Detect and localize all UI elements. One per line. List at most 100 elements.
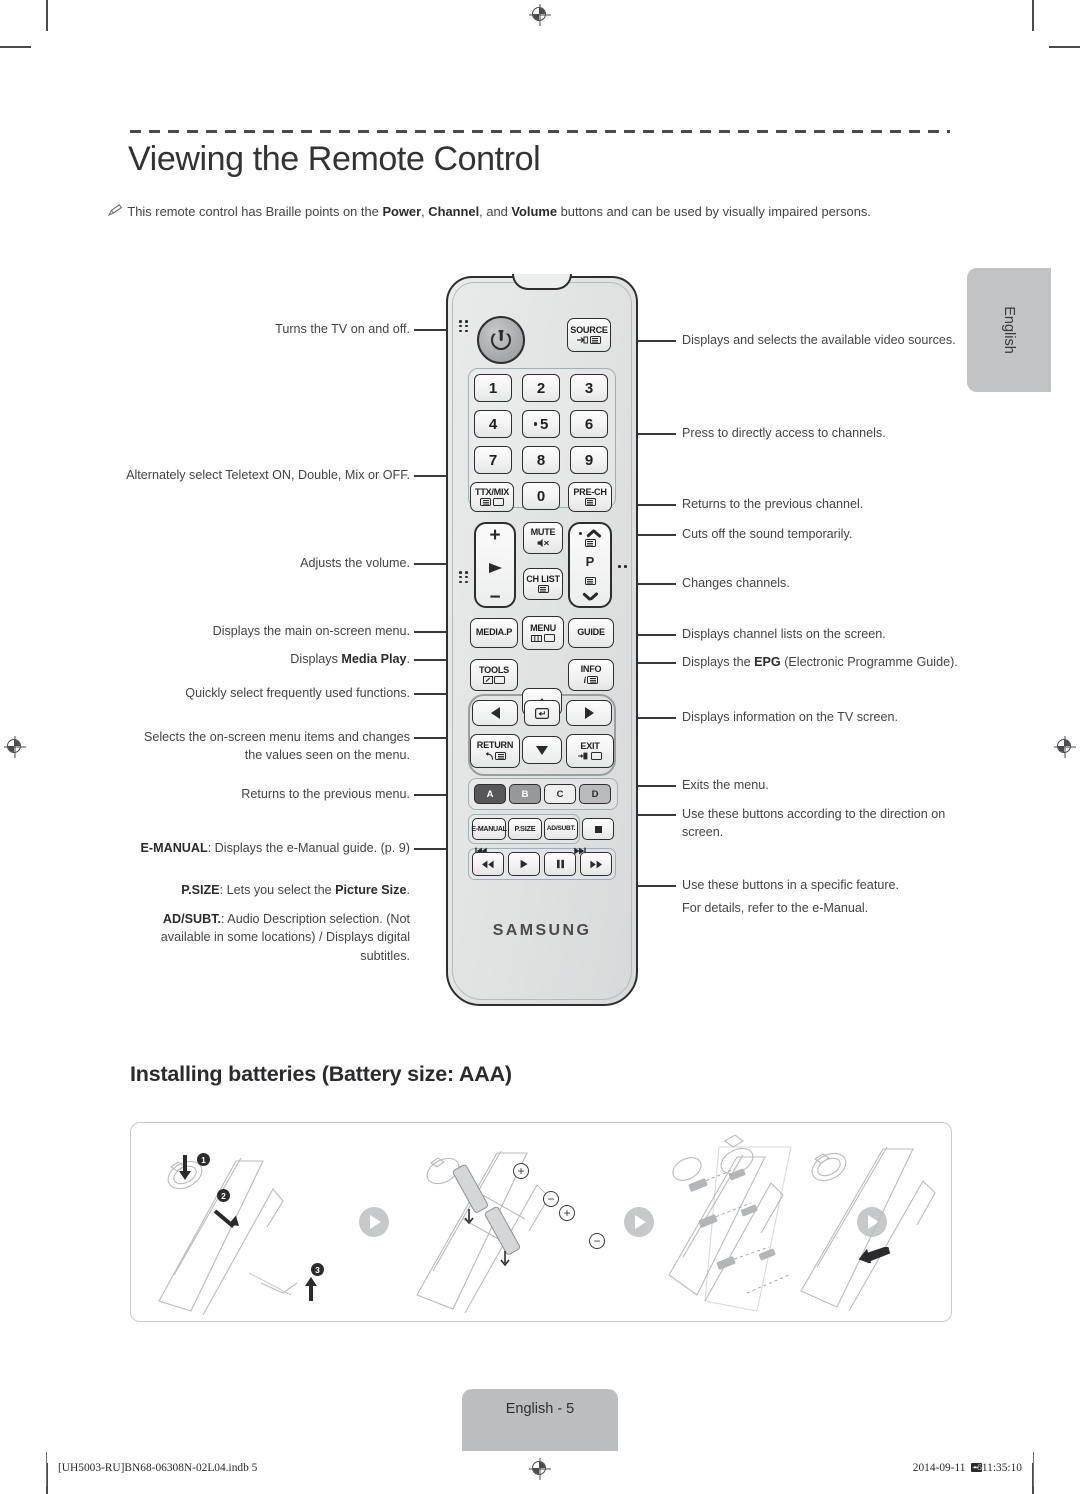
- numeric-key-7[interactable]: 7: [474, 446, 512, 474]
- play-icon: [520, 859, 528, 869]
- psize-button[interactable]: P.SIZE: [508, 818, 542, 840]
- nav-down-button[interactable]: [522, 736, 562, 764]
- prech-button-label: PRE-CH: [573, 486, 607, 497]
- battery-polarity-minus-1: −: [543, 1191, 559, 1207]
- callout-navigation-label: Selects the on-screen menu items and cha…: [143, 730, 410, 763]
- info-button[interactable]: INFO i: [568, 659, 614, 691]
- callout-mediaplay-pre: Displays: [290, 652, 342, 666]
- callout-guide-pre: Displays the: [682, 655, 755, 669]
- battery-panel-4: [771, 1123, 951, 1321]
- numeric-key-0[interactable]: 0: [522, 482, 560, 510]
- numeric-key-5[interactable]: 5: [522, 410, 560, 438]
- footer-timestamp: 2014-09-11 ⥇511:35:10: [913, 1462, 1022, 1474]
- crop-mark-tl-h: [0, 46, 31, 48]
- stop-button[interactable]: [582, 818, 614, 840]
- callout-guide: Displays the EPG (Electronic Programme G…: [682, 653, 967, 671]
- nav-right-button[interactable]: [566, 700, 612, 726]
- crop-mark-tl-v: [46, 0, 48, 31]
- mute-button-label: MUTE: [530, 526, 556, 537]
- braille-dots-channel: [618, 565, 628, 568]
- language-side-tab-label: English: [1001, 306, 1017, 354]
- menu-button-label: MENU: [530, 622, 556, 633]
- power-button[interactable]: [477, 316, 525, 364]
- enter-icon: [535, 707, 549, 719]
- numeric-key-1[interactable]: 1: [474, 374, 512, 402]
- numeric-key-2-label: 2: [536, 379, 546, 397]
- prech-button[interactable]: PRE-CH: [568, 482, 612, 512]
- adsubt-button[interactable]: AD/SUBT.: [544, 818, 578, 840]
- numeric-key-3-label: 3: [584, 379, 594, 397]
- enter-button[interactable]: [524, 700, 560, 726]
- return-button[interactable]: RETURN: [470, 734, 520, 768]
- battery-flow-arrow-1: [359, 1207, 389, 1237]
- chlist-button-label: CH LIST: [526, 573, 560, 584]
- callout-guide-post: (Electronic Programme Guide).: [780, 655, 958, 669]
- chlist-button[interactable]: CH LIST: [523, 568, 563, 600]
- color-button-c[interactable]: C: [544, 784, 576, 804]
- callout-power: Turns the TV on and off.: [150, 320, 410, 338]
- braille-dot-channel: [579, 532, 582, 535]
- ttxmix-button[interactable]: TTX/MIX: [470, 482, 514, 512]
- callout-info: Displays information on the TV screen.: [682, 708, 967, 726]
- tools-button[interactable]: TOOLS: [470, 659, 518, 691]
- callout-chlist-label: Displays channel lists on the screen.: [682, 627, 886, 641]
- color-button-b-label: B: [521, 788, 529, 800]
- tools-button-label: TOOLS: [479, 664, 509, 675]
- exit-button[interactable]: EXIT: [566, 734, 614, 768]
- numeric-key-8[interactable]: 8: [522, 446, 560, 474]
- battery-polarity-plus-1-label: +: [517, 1164, 525, 1178]
- channel-rocker[interactable]: P: [568, 522, 612, 608]
- numeric-key-3[interactable]: 3: [570, 374, 608, 402]
- info-icon: i: [584, 675, 599, 685]
- callout-return-label: Returns to the previous menu.: [241, 787, 410, 801]
- play-button[interactable]: [508, 852, 540, 876]
- callout-mediabuttons: Use these buttons in a specific feature.: [682, 876, 967, 894]
- rewind-button[interactable]: [472, 852, 504, 876]
- emanual-button[interactable]: E-MANUAL: [471, 818, 507, 840]
- mute-button[interactable]: MUTE: [523, 522, 563, 554]
- volume-up-label: +: [489, 525, 501, 546]
- numeric-key-1-label: 1: [488, 379, 498, 397]
- footer-file-reference: [UH5003-RU]BN68-06308N-02L04.indb 5: [58, 1462, 258, 1474]
- battery-panel-1-art: [158, 1157, 298, 1316]
- callout-mediaplay: Displays Media Play.: [190, 650, 410, 668]
- callout-emanual-post: : Displays the e-Manual guide. (p. 9): [207, 841, 410, 855]
- color-button-b[interactable]: B: [509, 784, 541, 804]
- tools-icon: [482, 676, 506, 685]
- callout-adsubt-bold: AD/SUBT.: [162, 912, 221, 926]
- power-icon: [491, 330, 511, 350]
- numeric-key-5-label: 5: [540, 415, 549, 433]
- remote-top-notch: [512, 274, 572, 290]
- guide-button[interactable]: GUIDE: [568, 618, 614, 648]
- battery-flow-arrow-2: [624, 1207, 654, 1237]
- nav-left-button[interactable]: [472, 700, 518, 726]
- footer-date: 2014-09-11: [912, 1462, 966, 1474]
- battery-step-3-label: 3: [315, 1264, 320, 1275]
- source-button[interactable]: SOURCE: [567, 318, 611, 352]
- mediap-button-label: MEDIA.P: [475, 627, 513, 638]
- numeric-key-9[interactable]: 9: [570, 446, 608, 474]
- braille-dots-volume: [459, 571, 469, 584]
- numeric-key-6[interactable]: 6: [570, 410, 608, 438]
- pause-icon: [556, 859, 564, 869]
- channel-up-icon: [584, 539, 596, 548]
- callout-mute-label: Cuts off the sound temporarily.: [682, 527, 853, 541]
- battery-close-arrow: [857, 1245, 891, 1268]
- color-button-c-label: C: [556, 788, 564, 800]
- callout-channel: Changes channels.: [682, 574, 962, 592]
- color-button-d[interactable]: D: [579, 784, 611, 804]
- fastforward-button[interactable]: [580, 852, 612, 876]
- numeric-key-2[interactable]: 2: [522, 374, 560, 402]
- pause-button[interactable]: [544, 852, 576, 876]
- numeric-key-4[interactable]: 4: [474, 410, 512, 438]
- callout-colorbuttons-label: Use these buttons according to the direc…: [682, 807, 946, 840]
- remote-control-illustration: SOURCE 1 2 3 4 5 6 7 8 9 0 TTX/MIX PRE-C…: [446, 274, 638, 1006]
- crop-mark-tr-h: [1049, 46, 1080, 48]
- battery-step-1-label: 1: [201, 1154, 206, 1165]
- pencil-note-icon: [107, 202, 124, 222]
- volume-rocker[interactable]: + −: [474, 522, 516, 608]
- menu-button[interactable]: MENU: [522, 616, 564, 650]
- battery-installation-diagram: 1 2 3 + − + −: [130, 1122, 952, 1322]
- color-button-a[interactable]: A: [474, 784, 506, 804]
- mediap-button[interactable]: MEDIA.P: [470, 618, 518, 648]
